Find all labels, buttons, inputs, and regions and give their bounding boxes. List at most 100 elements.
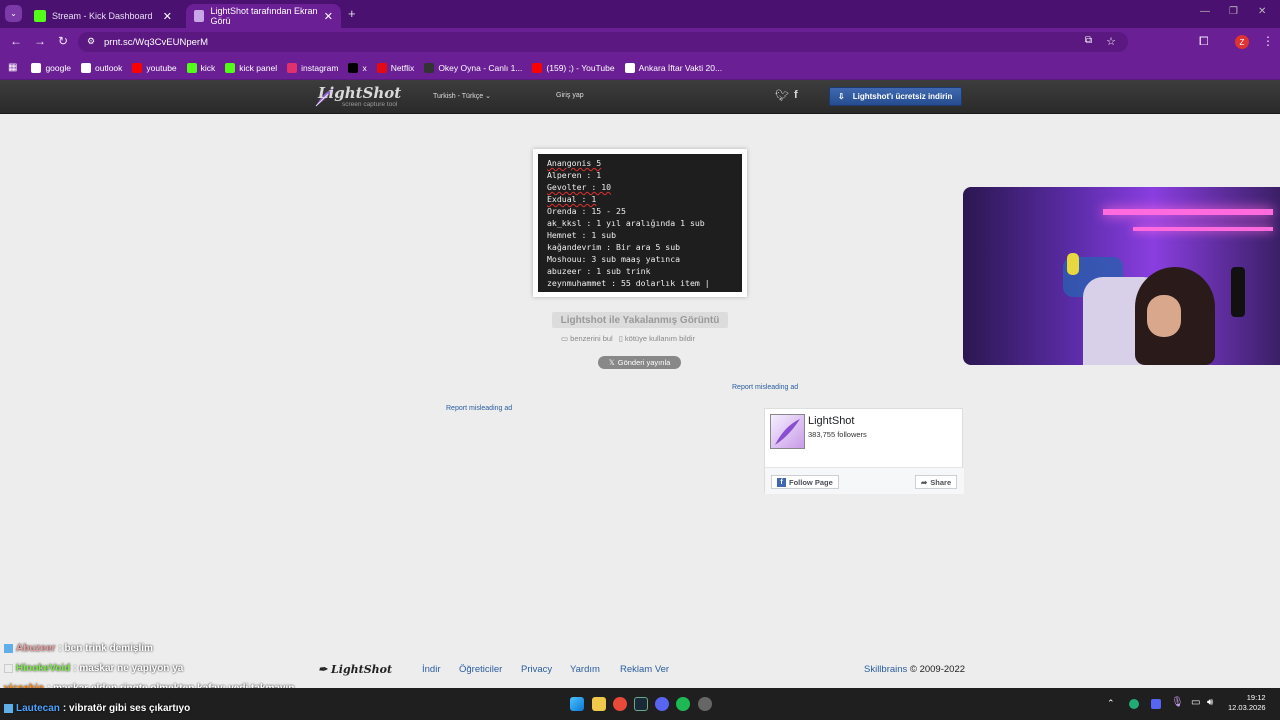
follow-page-button[interactable]: f Follow Page: [771, 475, 839, 489]
figure-yellow: [1067, 253, 1079, 275]
bookmark-item[interactable]: kick: [186, 62, 215, 73]
volume-icon[interactable]: 🔊︎: [1207, 697, 1213, 708]
kick-icon: [34, 10, 46, 22]
footer-link-download[interactable]: İndir: [422, 664, 440, 675]
language-select[interactable]: Turkish - Türkçe ⌄: [433, 92, 491, 100]
twitter-icon[interactable]: 🐦︎: [775, 89, 789, 102]
bookmark-item[interactable]: kick panel: [225, 62, 278, 73]
address-bar[interactable]: ⚙ prnt.sc/Wq3CvEUNperM ☆ ⧉: [78, 32, 1128, 52]
windows-start-icon[interactable]: [570, 697, 584, 711]
bookmark-item[interactable]: outlook: [80, 62, 122, 73]
badge-icon: [4, 664, 13, 673]
chat-message: HinokeVoid : maskar ne yapıyon ya: [4, 663, 183, 674]
new-tab-button[interactable]: +: [348, 6, 356, 21]
download-label: Lightshot'ı ücretsiz indirin: [852, 92, 953, 101]
back-icon[interactable]: ←: [10, 34, 22, 48]
bookmark-item[interactable]: (159) ;) - YouTube: [532, 62, 615, 73]
find-similar-link[interactable]: ▭ benzerini bul: [561, 334, 613, 343]
post-tweet-button[interactable]: 𝕏 Gönderi yayınla: [598, 356, 681, 369]
copyright: Skillbrains © 2009-2022: [864, 664, 965, 675]
kick-icon: [225, 62, 236, 73]
report-abuse-link[interactable]: ▯ kötüye kullanım bildir: [619, 334, 695, 343]
company-link[interactable]: Skillbrains: [864, 664, 907, 675]
extensions-icon[interactable]: ⧠: [1199, 34, 1209, 49]
close-tab-icon[interactable]: ✕: [324, 10, 333, 23]
minimize-icon[interactable]: —: [1200, 6, 1210, 17]
network-icon[interactable]: ▭: [1191, 697, 1200, 708]
close-window-icon[interactable]: ✕: [1258, 6, 1266, 17]
chrome-icon[interactable]: [613, 697, 627, 711]
screenshot-text-line: Anangonis 5: [547, 158, 602, 168]
youtube-icon: [132, 62, 143, 73]
facebook-icon[interactable]: f: [794, 89, 798, 101]
image-caption: Lightshot ile Yakalanmış Görüntü: [552, 312, 728, 328]
close-tab-icon[interactable]: ✕: [163, 10, 172, 23]
discord-icon[interactable]: [655, 697, 669, 711]
bookmark-label: Netflix: [390, 62, 415, 73]
tray-app-icon[interactable]: [1129, 699, 1139, 709]
microphone-icon[interactable]: 🎙︎: [1171, 697, 1184, 708]
cast-icon[interactable]: ⧉: [1085, 35, 1092, 46]
steam-icon[interactable]: [634, 697, 648, 711]
download-button[interactable]: ⇩ Lightshot'ı ücretsiz indirin: [829, 87, 962, 106]
share-button[interactable]: ➦ Share: [915, 475, 958, 489]
tab-lightshot[interactable]: LightShot tarafından Ekran Görü ✕: [186, 4, 341, 28]
bookmark-label: google: [45, 62, 71, 73]
screenshot-image[interactable]: Anangonis 5 Alperen : 1 Gevolter : 10 Exdua…: [533, 149, 747, 297]
chat-message: Lautecan : vibratör gibi ses çıkartıyo: [4, 703, 190, 714]
settings-icon[interactable]: [698, 697, 712, 711]
footer-link-help[interactable]: Yardım: [570, 664, 600, 675]
bookmark-label: instagram: [301, 62, 339, 73]
footer-logo[interactable]: ✒ LightShot: [318, 663, 392, 676]
footer-link-privacy[interactable]: Privacy: [521, 664, 552, 675]
forward-icon[interactable]: →: [34, 34, 46, 48]
login-link[interactable]: Giriş yap: [556, 92, 584, 99]
footer-link-advertise[interactable]: Reklam Ver: [620, 664, 669, 675]
bookmark-item[interactable]: google: [31, 62, 71, 73]
bookmark-item[interactable]: instagram: [287, 62, 339, 73]
bookmark-item[interactable]: x: [348, 62, 367, 73]
screenshot-text-line: Moshouu: 3 sub maaş yatınca: [547, 254, 681, 264]
site-info-icon[interactable]: ⚙: [87, 36, 95, 47]
kick-icon: [186, 62, 197, 73]
report-ad-link[interactable]: Report misleading ad: [446, 405, 512, 412]
page-avatar[interactable]: [770, 414, 805, 449]
netflix-icon: [376, 62, 387, 73]
file-explorer-icon[interactable]: [592, 697, 606, 711]
tray-app-icon[interactable]: [1151, 699, 1161, 709]
maximize-icon[interactable]: ❐: [1229, 6, 1238, 17]
footer-link-tutorials[interactable]: Öğreticiler: [459, 664, 502, 675]
page-name[interactable]: LightShot: [808, 415, 854, 427]
bookmark-star-icon[interactable]: ☆: [1106, 35, 1116, 48]
bookmark-item[interactable]: Netflix: [376, 62, 415, 73]
spotify-icon[interactable]: [676, 697, 690, 711]
screenshot-text-line: Alperen : 1: [547, 170, 602, 180]
chat-text: : vibratör gibi ses çıkartıyo: [62, 703, 191, 714]
x-icon: 𝕏: [608, 358, 615, 367]
apps-grid-icon[interactable]: ▦: [8, 62, 17, 73]
menu-icon[interactable]: ⋮: [1262, 34, 1274, 48]
report-ad-link[interactable]: Report misleading ad: [732, 384, 798, 391]
tab-kick-dashboard[interactable]: Stream - Kick Dashboard ✕: [26, 4, 180, 28]
report-abuse-label: kötüye kullanım bildir: [624, 334, 695, 343]
reload-icon[interactable]: ↻: [58, 34, 68, 48]
streamer-face: [1147, 295, 1181, 337]
bookmark-item[interactable]: Ankara İftar Vakti 20...: [624, 62, 723, 73]
logo-subtitle: screen capture tool: [342, 101, 398, 108]
tab-title: Stream - Kick Dashboard: [52, 11, 153, 21]
chat-username: Abuzeer: [16, 643, 56, 654]
bookmark-label: kick panel: [239, 62, 278, 73]
chat-message: Abuzeer : ben trink demişlim: [4, 643, 153, 654]
bookmark-label: Ankara İftar Vakti 20...: [638, 62, 723, 73]
bookmark-item[interactable]: Okey Oyna - Canlı 1...: [424, 62, 522, 73]
bookmarks-bar: ▦ google outlook youtube kick kick panel inst…: [0, 56, 1280, 80]
url-text: prnt.sc/Wq3CvEUNperM: [104, 36, 208, 48]
bookmark-item[interactable]: youtube: [132, 62, 177, 73]
lightshot-logo[interactable]: LightShot: [318, 84, 401, 102]
tray-chevron-icon[interactable]: ⌃: [1107, 698, 1115, 709]
profile-avatar[interactable]: Z: [1235, 35, 1249, 49]
bookmark-label: (159) ;) - YouTube: [546, 62, 615, 73]
tab-search-button[interactable]: ⌄: [5, 5, 22, 22]
system-clock[interactable]: 19:12 12.03.2026: [1228, 693, 1266, 713]
bookmark-label: youtube: [146, 62, 177, 73]
